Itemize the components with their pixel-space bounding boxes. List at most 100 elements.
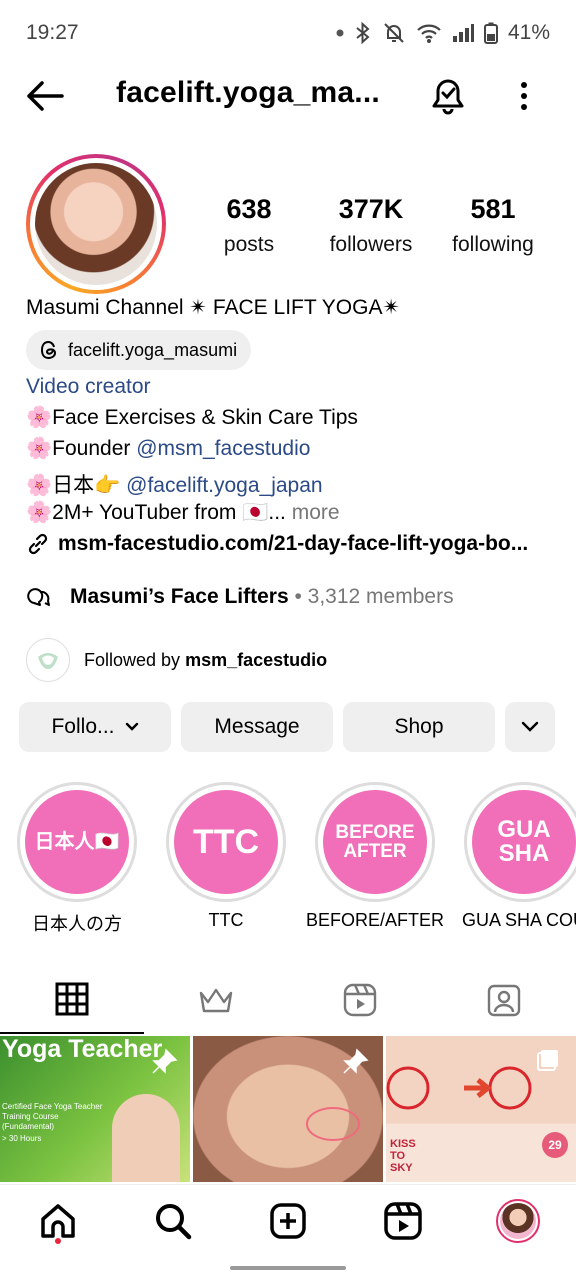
highlight-ring: TTC (166, 782, 286, 902)
highlight-item[interactable]: BEFORE AFTER BEFORE/AFTER (305, 782, 445, 931)
posts-grid: Yoga Teacher Certified Face Yoga Teacher… (0, 1036, 576, 1182)
msm-logo-icon (38, 653, 58, 669)
highlight-circle-mark (306, 1107, 360, 1141)
highlight-item[interactable]: GUA SHA GUA SHA COU (454, 782, 576, 931)
nav-reels[interactable] (381, 1199, 425, 1243)
profile-website-link[interactable]: msm-facestudio.com/21-day-face-lift-yoga… (26, 532, 528, 556)
shop-button[interactable]: Shop (343, 702, 495, 752)
create-post-icon (270, 1203, 306, 1239)
community-link[interactable]: Masumi’s Face Lifters • 3,312 members (26, 584, 454, 610)
more-options-icon[interactable] (512, 78, 536, 114)
profile-full-name: Masumi Channel ✴ FACE LIFT YOGA✴ (26, 296, 401, 319)
tab-posts-grid[interactable] (0, 966, 144, 1034)
highlight-label: GUA SHA COU (461, 910, 576, 930)
highlight-item[interactable]: TTC TTC (156, 782, 296, 931)
highlight-cover: TTC (174, 790, 278, 894)
tagged-person-icon (487, 984, 521, 1017)
highlight-label: 日本人の方 (32, 914, 122, 934)
tab-subscriptions[interactable] (144, 966, 288, 1034)
community-chat-icon (27, 588, 50, 606)
bottom-navigation (0, 1184, 576, 1256)
highlight-cover: GUA SHA (472, 790, 576, 894)
posts-stat[interactable]: 638 posts (189, 194, 309, 257)
website-url: msm-facestudio.com/21-day-face-lift-yoga… (58, 532, 529, 555)
mention-link[interactable]: @facelift.yoga_japan (126, 474, 322, 497)
profile-header: facelift.yoga_ma... (0, 66, 576, 126)
posts-count: 638 (226, 194, 272, 224)
tab-tagged[interactable] (432, 966, 576, 1034)
post-subtitle: Certified Face Yoga Teacher Training Cou… (2, 1102, 103, 1131)
bluetooth-icon (356, 21, 370, 45)
link-icon (28, 533, 48, 555)
notification-bell-icon[interactable] (428, 76, 468, 116)
story-highlights: 日本人🇯🇵 日本人の方 TTC TTC BEFORE AFTER BEFORE/… (0, 782, 576, 942)
status-bar: 19:27 41% (0, 0, 576, 66)
home-icon (41, 1204, 75, 1238)
post-face-image (112, 1094, 180, 1182)
wifi-icon (417, 24, 441, 43)
profile-content-tabs (0, 966, 576, 1034)
threads-badge[interactable]: facelift.yoga_masumi (26, 330, 252, 370)
post-tag: KISS TO SKY (390, 1138, 416, 1174)
avatar-frame (30, 158, 162, 290)
followers-count: 377K (338, 194, 404, 224)
followed-by-prefix: Followed by (84, 649, 186, 670)
highlight-ring: GUA SHA (464, 782, 576, 902)
community-name: Masumi’s Face Lifters (70, 585, 289, 608)
grid-icon (55, 982, 89, 1016)
bio-text: 🌸日本👉 (26, 474, 127, 497)
profile-avatar[interactable] (26, 154, 166, 294)
highlight-cover: BEFORE AFTER (323, 790, 427, 894)
nav-create[interactable] (266, 1199, 310, 1243)
highlight-label: BEFORE/AFTER (305, 910, 444, 930)
battery-icon (483, 22, 498, 44)
profile-category: Video creator (26, 375, 151, 398)
chevron-down-icon (125, 722, 138, 731)
nav-home[interactable] (36, 1199, 80, 1243)
mutual-follower-avatar (26, 638, 70, 682)
community-members: • 3,312 members (294, 585, 454, 608)
nav-search[interactable] (151, 1199, 195, 1243)
notification-dot-icon (336, 29, 344, 37)
followers-label: followers (329, 233, 413, 256)
post-thumbnail[interactable]: KISS TO SKY 29 (386, 1036, 576, 1182)
profile-username: facelift.yoga_ma... (116, 76, 380, 109)
reels-icon (343, 983, 377, 1017)
back-arrow-icon[interactable] (24, 78, 64, 114)
status-time: 19:27 (26, 21, 79, 44)
search-icon (156, 1204, 192, 1240)
following-stat[interactable]: 581 following (433, 194, 553, 257)
posts-label: posts (223, 233, 275, 256)
home-notification-dot (55, 1238, 61, 1244)
threads-icon (40, 340, 57, 360)
highlight-label: TTC (208, 910, 244, 930)
followers-stat[interactable]: 377K followers (311, 194, 431, 257)
mention-link[interactable]: @msm_facestudio (136, 437, 310, 460)
following-button[interactable]: Follo... (19, 702, 171, 752)
followed-by-row[interactable]: Followed by msm_facestudio (26, 638, 327, 682)
status-icons: 41% (336, 21, 550, 45)
following-label: following (452, 233, 534, 256)
post-title: Yoga Teacher (2, 1036, 163, 1063)
battery-percent: 41% (507, 21, 550, 44)
suggested-accounts-button[interactable] (505, 702, 555, 752)
post-thumbnail[interactable] (193, 1036, 383, 1182)
tab-reels[interactable] (288, 966, 432, 1034)
post-thumbnail[interactable]: Yoga Teacher Certified Face Yoga Teacher… (0, 1036, 190, 1182)
chevron-down-icon (521, 721, 539, 732)
pinned-icon (152, 1048, 178, 1074)
threads-handle: facelift.yoga_masumi (68, 339, 238, 360)
nav-profile[interactable] (496, 1199, 540, 1243)
message-button[interactable]: Message (181, 702, 333, 752)
highlight-cover: 日本人🇯🇵 (25, 790, 129, 894)
crown-icon (199, 988, 233, 1013)
reels-icon (384, 1202, 422, 1240)
pinned-icon (343, 1048, 369, 1074)
bio-text: 🌸Founder (26, 437, 137, 460)
profile-actions: Follo... Message Shop (19, 702, 555, 752)
mute-icon (384, 23, 404, 43)
gesture-bar[interactable] (230, 1266, 346, 1270)
highlight-item[interactable]: 日本人🇯🇵 日本人の方 (7, 782, 147, 936)
following-count: 581 (470, 194, 516, 224)
more-link[interactable]: more (286, 501, 340, 524)
